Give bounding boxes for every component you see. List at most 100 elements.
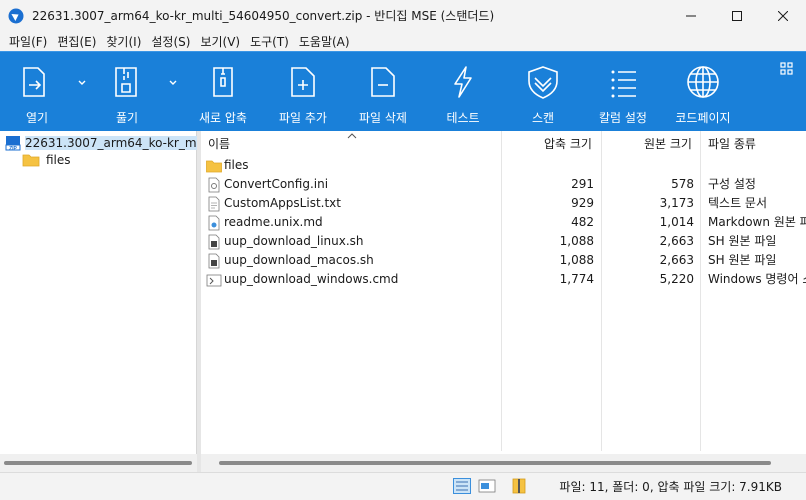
file-name: readme.unix.md bbox=[224, 215, 323, 229]
file-type: 구성 설정 bbox=[708, 177, 756, 191]
test-button[interactable]: 테스트 bbox=[428, 52, 498, 132]
tree-horizontal-scrollbar[interactable] bbox=[0, 454, 197, 472]
list-scrollbar-thumb[interactable] bbox=[219, 461, 771, 465]
file-row[interactable]: files bbox=[201, 156, 806, 175]
scan-button[interactable]: 스캔 bbox=[508, 52, 578, 132]
file-type: SH 원본 파일 bbox=[708, 234, 777, 248]
open-dropdown-icon[interactable] bbox=[76, 76, 88, 88]
status-bar: 파일: 11, 폴더: 0, 압축 파일 크기: 7.91KB bbox=[0, 472, 806, 500]
file-row[interactable]: CustomAppsList.txt 929 3,173 텍스트 문서 bbox=[201, 194, 806, 213]
file-row[interactable]: uup_download_windows.cmd 1,774 5,220 Win… bbox=[201, 270, 806, 289]
list-columns-icon bbox=[611, 70, 636, 98]
column-settings-button[interactable]: 칼럼 설정 bbox=[588, 52, 658, 132]
status-text: 파일: 11, 폴더: 0, 압축 파일 크기: 7.91KB bbox=[559, 480, 782, 494]
file-type: 텍스트 문서 bbox=[708, 196, 768, 210]
menu-tools[interactable]: 도구(T) bbox=[245, 33, 294, 50]
file-row[interactable]: readme.unix.md 482 1,014 Markdown 원본 파일 bbox=[201, 213, 806, 232]
close-button[interactable] bbox=[760, 0, 806, 31]
original-size: 2,663 bbox=[659, 234, 694, 248]
delete-file-label: 파일 삭제 bbox=[359, 111, 407, 125]
menu-file[interactable]: 파일(F) bbox=[4, 33, 52, 50]
menu-settings[interactable]: 설정(S) bbox=[146, 33, 195, 50]
packed-size: 291 bbox=[571, 177, 594, 191]
menu-view[interactable]: 보기(V) bbox=[195, 33, 245, 50]
tree-root-label: 22631.3007_arm64_ko-kr_multi bbox=[25, 136, 216, 150]
tree-scrollbar-thumb[interactable] bbox=[4, 461, 192, 465]
svg-text:ZIP: ZIP bbox=[9, 146, 17, 151]
file-name: uup_download_macos.sh bbox=[224, 253, 374, 267]
minimize-icon bbox=[686, 15, 696, 16]
cmd-file-icon bbox=[206, 274, 222, 287]
menu-help[interactable]: 도움말(A) bbox=[294, 33, 355, 50]
folder-icon bbox=[22, 154, 40, 167]
extract-label: 풀기 bbox=[115, 111, 139, 125]
file-type: Windows 명령어 스크립트 bbox=[708, 272, 806, 286]
toolbar: 열기 풀기 새로 압축 파일 추가 파일 삭제 테스트 스캔 칼럼 설정 코드페… bbox=[0, 51, 806, 131]
column-header-file-type[interactable]: 파일 종류 bbox=[708, 131, 756, 155]
close-icon bbox=[778, 10, 788, 21]
menu-find[interactable]: 찾기(I) bbox=[101, 33, 146, 50]
add-file-button[interactable]: 파일 추가 bbox=[268, 52, 338, 132]
file-row[interactable]: ConvertConfig.ini 291 578 구성 설정 bbox=[201, 175, 806, 194]
tree-folder-item[interactable]: files bbox=[22, 151, 71, 169]
file-row[interactable]: uup_download_linux.sh 1,088 2,663 SH 원본 … bbox=[201, 232, 806, 251]
archive-info-icon[interactable] bbox=[510, 478, 528, 494]
add-file-label: 파일 추가 bbox=[279, 111, 327, 125]
packed-size: 1,088 bbox=[559, 234, 594, 248]
ini-file-icon bbox=[208, 177, 220, 193]
file-name: CustomAppsList.txt bbox=[224, 196, 341, 210]
new-archive-button[interactable]: 새로 압축 bbox=[188, 52, 258, 132]
maximize-button[interactable] bbox=[714, 0, 760, 31]
original-size: 1,014 bbox=[659, 215, 694, 229]
file-name: uup_download_windows.cmd bbox=[224, 272, 399, 286]
file-name: uup_download_linux.sh bbox=[224, 234, 364, 248]
file-type: SH 원본 파일 bbox=[708, 253, 777, 267]
packed-size: 1,774 bbox=[559, 272, 594, 286]
list-horizontal-scrollbar[interactable] bbox=[201, 454, 806, 472]
original-size: 578 bbox=[671, 177, 694, 191]
tree-root-item[interactable]: ZIP 22631.3007_arm64_ko-kr_multi bbox=[0, 134, 216, 152]
extract-button[interactable]: 풀기 bbox=[92, 52, 162, 132]
menu-edit[interactable]: 편집(E) bbox=[52, 33, 101, 50]
test-label: 테스트 bbox=[446, 111, 480, 125]
tree-folder-label: files bbox=[46, 153, 71, 167]
thumbnail-view-icon[interactable] bbox=[478, 478, 496, 494]
window-title: 22631.3007_arm64_ko-kr_multi_54604950_co… bbox=[32, 9, 495, 23]
details-view-icon[interactable] bbox=[453, 478, 471, 494]
extract-zipper-icon bbox=[115, 67, 137, 97]
app-icon[interactable] bbox=[8, 8, 24, 24]
file-name: ConvertConfig.ini bbox=[224, 177, 329, 191]
column-settings-label: 칼럼 설정 bbox=[599, 111, 647, 125]
minimize-button[interactable] bbox=[668, 0, 714, 31]
delete-file-button[interactable]: 파일 삭제 bbox=[348, 52, 418, 132]
title-bar: 22631.3007_arm64_ko-kr_multi_54604950_co… bbox=[0, 0, 806, 31]
original-size: 3,173 bbox=[659, 196, 694, 210]
packed-size: 1,088 bbox=[559, 253, 594, 267]
shield-icon bbox=[528, 66, 558, 99]
open-label: 열기 bbox=[25, 111, 49, 125]
file-type: Markdown 원본 파일 bbox=[708, 215, 806, 229]
extract-dropdown-icon[interactable] bbox=[167, 76, 179, 88]
column-header-original-size[interactable]: 원본 크기 bbox=[644, 131, 692, 155]
column-header-name[interactable]: 이름 bbox=[208, 131, 230, 155]
column-header-packed-size[interactable]: 압축 크기 bbox=[544, 131, 592, 155]
text-file-icon bbox=[208, 196, 220, 212]
maximize-icon bbox=[732, 10, 742, 21]
menu-bar: 파일(F) 편집(E) 찾기(I) 설정(S) 보기(V) 도구(T) 도움말(… bbox=[0, 31, 806, 51]
file-list: 이름 압축 크기 원본 크기 파일 종류 files ConvertConfig… bbox=[201, 131, 806, 472]
grid-menu-icon[interactable] bbox=[780, 62, 794, 76]
add-file-icon bbox=[291, 67, 315, 97]
scan-label: 스캔 bbox=[531, 111, 555, 125]
zip-archive-icon: ZIP bbox=[5, 136, 21, 151]
original-size: 2,663 bbox=[659, 253, 694, 267]
shell-file-icon bbox=[208, 253, 220, 269]
packed-size: 482 bbox=[571, 215, 594, 229]
open-button[interactable]: 열기 bbox=[2, 52, 72, 132]
sort-ascending-icon bbox=[347, 133, 357, 139]
new-archive-label: 새로 압축 bbox=[199, 111, 247, 125]
file-name: files bbox=[224, 158, 249, 172]
codepage-button[interactable]: 코드페이지 bbox=[668, 52, 738, 132]
new-archive-icon bbox=[213, 67, 233, 97]
folder-icon bbox=[206, 160, 222, 173]
file-row[interactable]: uup_download_macos.sh 1,088 2,663 SH 원본 … bbox=[201, 251, 806, 270]
